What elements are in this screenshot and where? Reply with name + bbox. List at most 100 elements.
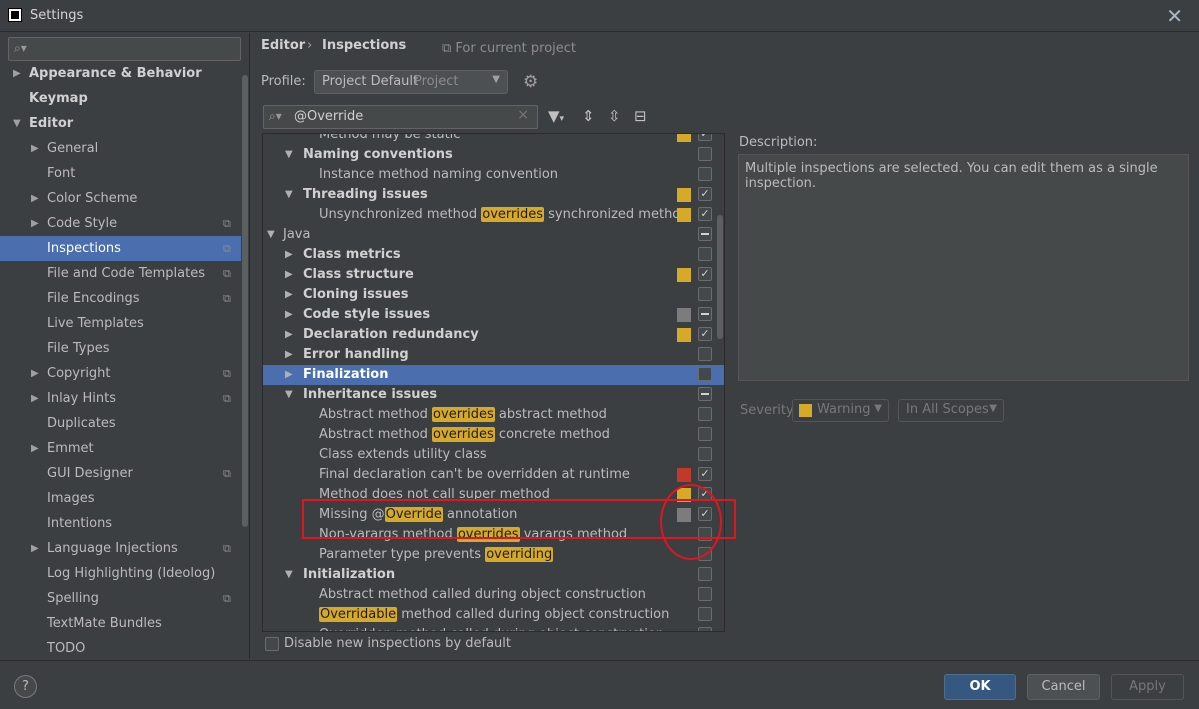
inspection-row[interactable]: Class extends utility class [263, 445, 724, 465]
inspection-row[interactable]: ▼ Java [263, 225, 724, 245]
chevron-down-icon[interactable]: ▼ [285, 185, 293, 205]
inspection-group-row[interactable]: ▶ Declaration redundancy ✓ [263, 325, 724, 345]
sidebar-item-spelling[interactable]: Spelling ⧉ [0, 586, 241, 611]
inspection-checkbox[interactable] [698, 227, 712, 241]
inspection-row[interactable]: Abstract method overrides concrete metho… [263, 425, 724, 445]
chevron-right-icon[interactable]: ▶ [285, 245, 293, 265]
sidebar-item-language-injections[interactable]: ▶ Language Injections ⧉ [0, 536, 241, 561]
chevron-down-icon[interactable]: ▼ [285, 145, 293, 165]
cancel-button[interactable]: Cancel [1027, 674, 1100, 700]
sidebar-item-copyright[interactable]: ▶ Copyright ⧉ [0, 361, 241, 386]
inspection-checkbox[interactable] [698, 367, 712, 381]
inspection-row[interactable]: Parameter type prevents overriding [263, 545, 724, 565]
inspection-checkbox[interactable]: ✓ [698, 467, 712, 481]
scope-dropdown[interactable]: In All Scopes ▼ [898, 399, 1004, 422]
chevron-right-icon[interactable]: ▶ [31, 186, 39, 211]
chevron-right-icon[interactable]: ▶ [31, 436, 39, 461]
inspection-checkbox[interactable] [698, 287, 712, 301]
inspection-group-row[interactable]: ▼ Inheritance issues [263, 385, 724, 405]
chevron-down-icon[interactable]: ▼ [13, 111, 21, 136]
disable-new-inspections-checkbox[interactable] [265, 637, 279, 651]
gear-icon[interactable]: ⚙ [523, 72, 538, 92]
sidebar-item-appearance-behavior[interactable]: ▶ Appearance & Behavior [0, 61, 241, 86]
inspection-checkbox[interactable]: ✓ [698, 134, 712, 141]
inspection-group-row[interactable]: ▼ Threading issues ✓ [263, 185, 724, 205]
ok-button[interactable]: OK [944, 674, 1016, 700]
chevron-right-icon[interactable]: ▶ [31, 136, 39, 161]
sidebar-item-file-types[interactable]: File Types [0, 336, 241, 361]
inspection-checkbox[interactable] [698, 607, 712, 621]
inspection-checkbox[interactable] [698, 587, 712, 601]
inspection-row[interactable]: Method may be static ✓ [263, 134, 724, 145]
collapse-all-icon[interactable]: ⇳ [608, 107, 621, 125]
sidebar-item-live-templates[interactable]: Live Templates [0, 311, 241, 336]
sidebar-item-file-and-code-templates[interactable]: File and Code Templates ⧉ [0, 261, 241, 286]
sidebar-item-code-style[interactable]: ▶ Code Style ⧉ [0, 211, 241, 236]
chevron-right-icon[interactable]: ▶ [31, 361, 39, 386]
chevron-right-icon[interactable]: ▶ [285, 305, 293, 325]
filter-icon[interactable]: ▼▾ [548, 107, 564, 125]
chevron-right-icon[interactable]: ▶ [285, 345, 293, 365]
inspection-checkbox[interactable]: ✓ [698, 327, 712, 341]
chevron-down-icon[interactable]: ▼ [267, 225, 275, 245]
close-window-button[interactable]: ✕ [1166, 4, 1183, 28]
profile-dropdown[interactable]: Project Default Project ▼ [314, 70, 508, 94]
sidebar-item-font[interactable]: Font [0, 161, 241, 186]
sidebar-search-input[interactable]: ⌕▾ [8, 37, 241, 61]
clear-search-icon[interactable]: × [517, 107, 529, 123]
inspection-group-row[interactable]: ▼ Initialization [263, 565, 724, 585]
breadcrumb-editor[interactable]: Editor [261, 38, 305, 53]
sidebar-item-duplicates[interactable]: Duplicates [0, 411, 241, 436]
inspection-checkbox[interactable]: ✓ [698, 267, 712, 281]
severity-dropdown[interactable]: Warning ▼ [792, 399, 889, 422]
inspection-row[interactable]: Overridden method called during object c… [263, 625, 724, 631]
sidebar-item-keymap[interactable]: Keymap [0, 86, 241, 111]
inspection-row[interactable]: Instance method naming convention [263, 165, 724, 185]
sidebar-scrollbar[interactable] [242, 75, 248, 527]
chevron-right-icon[interactable]: ▶ [285, 365, 293, 385]
inspection-row[interactable]: Unsynchronized method overrides synchron… [263, 205, 724, 225]
inspection-group-row[interactable]: ▶ Cloning issues [263, 285, 724, 305]
inspection-checkbox[interactable]: ✓ [698, 207, 712, 221]
inspection-row[interactable]: Overridable method called during object … [263, 605, 724, 625]
inspection-group-row[interactable]: ▶ Class metrics [263, 245, 724, 265]
inspection-checkbox[interactable]: ✓ [698, 187, 712, 201]
sidebar-item-editor[interactable]: ▼ Editor [0, 111, 241, 136]
chevron-right-icon[interactable]: ▶ [285, 325, 293, 345]
inspection-row[interactable]: Abstract method overrides abstract metho… [263, 405, 724, 425]
inspection-checkbox[interactable] [698, 447, 712, 461]
chevron-down-icon[interactable]: ▼ [285, 565, 293, 585]
chevron-right-icon[interactable]: ▶ [285, 265, 293, 285]
apply-button[interactable]: Apply [1111, 674, 1184, 700]
inspection-checkbox[interactable] [698, 567, 712, 581]
sidebar-item-emmet[interactable]: ▶ Emmet [0, 436, 241, 461]
inspection-group-row[interactable]: ▶ Error handling [263, 345, 724, 365]
sidebar-item-gui-designer[interactable]: GUI Designer ⧉ [0, 461, 241, 486]
sidebar-item-file-encodings[interactable]: File Encodings ⧉ [0, 286, 241, 311]
inspection-row[interactable]: Abstract method called during object con… [263, 585, 724, 605]
chevron-right-icon[interactable]: ▶ [13, 61, 21, 86]
sidebar-item-images[interactable]: Images [0, 486, 241, 511]
chevron-down-icon[interactable]: ▼ [285, 385, 293, 405]
inspection-checkbox[interactable] [698, 347, 712, 361]
sidebar-item-inspections[interactable]: Inspections ⧉ [0, 236, 241, 261]
inspection-checkbox[interactable] [698, 247, 712, 261]
sidebar-item-todo[interactable]: TODO [0, 636, 241, 659]
inspection-tree-scrollbar[interactable] [717, 215, 723, 339]
inspection-row[interactable]: Final declaration can't be overridden at… [263, 465, 724, 485]
chevron-right-icon[interactable]: ▶ [31, 536, 39, 561]
inspection-checkbox[interactable] [698, 147, 712, 161]
expand-all-icon[interactable]: ⇕ [582, 107, 595, 125]
inspection-group-row[interactable]: ▼ Naming conventions [263, 145, 724, 165]
sidebar-item-color-scheme[interactable]: ▶ Color Scheme [0, 186, 241, 211]
inspection-checkbox[interactable] [698, 627, 712, 631]
sidebar-item-intentions[interactable]: Intentions [0, 511, 241, 536]
sidebar-item-general[interactable]: ▶ General [0, 136, 241, 161]
inspection-group-row[interactable]: ▶ Code style issues [263, 305, 724, 325]
chevron-right-icon[interactable]: ▶ [31, 211, 39, 236]
inspection-checkbox[interactable] [698, 307, 712, 321]
inspection-group-row[interactable]: ▶ Class structure ✓ [263, 265, 724, 285]
chevron-right-icon[interactable]: ▶ [285, 285, 293, 305]
help-button[interactable]: ? [14, 675, 37, 698]
inspection-checkbox[interactable] [698, 387, 712, 401]
